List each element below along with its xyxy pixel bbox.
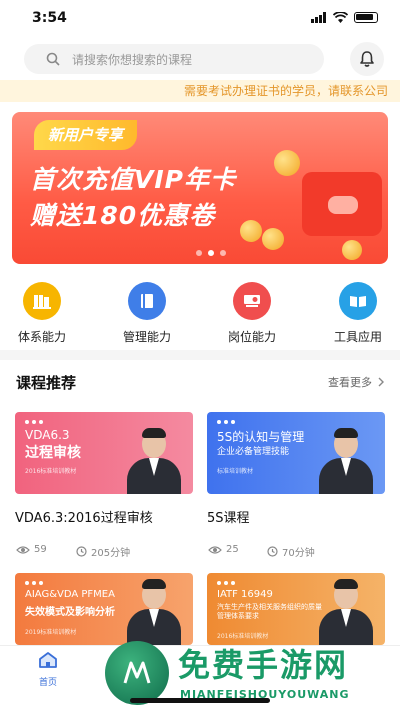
thumbnail-caption: 标准培训教材	[217, 468, 254, 475]
coin-illustration	[342, 240, 362, 260]
instructor-photo	[127, 424, 181, 494]
views-count: 59	[34, 544, 47, 555]
section-title: 课程推荐	[16, 374, 77, 392]
signal-icon	[311, 12, 326, 23]
thumbnail-dots	[25, 581, 43, 585]
thumbnail-caption: 2019标准培训教材	[25, 629, 77, 636]
category-tools[interactable]: 工具应用	[323, 282, 393, 345]
watermark-title: 免费手游网	[178, 646, 349, 684]
banner-line1: 首次充值VIP年卡	[30, 165, 236, 194]
search-input[interactable]: 请搜索你想搜索的课程	[24, 44, 324, 74]
tab-home-label: 首页	[38, 678, 57, 688]
instructor-photo	[319, 424, 373, 494]
category-position[interactable]: 岗位能力	[217, 282, 287, 345]
thumbnail-caption: 2016标准培训教材	[25, 468, 77, 475]
coin-illustration	[240, 220, 262, 242]
status-icons	[311, 12, 378, 23]
tab-home[interactable]: 首页	[33, 651, 63, 688]
course-card[interactable]: 5S的认知与管理 企业必备管理技能 标准培训教材	[207, 412, 385, 494]
banner-tag: 新用户专享	[34, 120, 138, 150]
thumbnail-title: 5S的认知与管理	[217, 430, 305, 444]
status-time: 3:54	[32, 10, 67, 26]
eye-icon	[16, 545, 30, 554]
thumbnail-title: VDA6.3	[25, 428, 70, 442]
course-thumbnail[interactable]: AIAG&VDA PFMEA 失效模式及影响分析 2019标准培训教材	[15, 573, 193, 645]
carousel-dots[interactable]	[196, 250, 226, 256]
thumbnail-subtitle: 企业必备管理技能	[217, 447, 290, 457]
course-thumbnail[interactable]: 5S的认知与管理 企业必备管理技能 标准培训教材	[207, 412, 385, 494]
course-thumbnail[interactable]: IATF 16949 汽车生产件及相关服务组织的质量管理体系要求 2016标准培…	[207, 573, 385, 645]
instructor-photo	[127, 575, 181, 645]
projector-icon	[233, 282, 271, 320]
course-name[interactable]: 5S课程	[207, 507, 250, 526]
view-more-label: 查看更多	[328, 376, 372, 389]
instructor-photo	[319, 575, 373, 645]
course-card[interactable]: IATF 16949 汽车生产件及相关服务组织的质量管理体系要求 2016标准培…	[207, 573, 385, 645]
course-card[interactable]: VDA6.3 过程审核 2016标准培训教材	[15, 412, 193, 494]
promo-banner[interactable]: 新用户专享 首次充值VIP年卡 赠送180优惠卷	[12, 112, 388, 264]
course-card[interactable]: AIAG&VDA PFMEA 失效模式及影响分析 2019标准培训教材	[15, 573, 193, 645]
category-label: 岗位能力	[227, 330, 276, 344]
eye-icon	[208, 545, 222, 554]
bell-icon	[360, 51, 374, 67]
course-views: 59	[16, 544, 47, 555]
home-indicator	[130, 698, 270, 703]
notice-bar[interactable]: 需要考试办理证书的学员，请联系公司	[0, 80, 400, 102]
home-icon	[39, 652, 57, 668]
thumbnail-dots	[25, 420, 43, 424]
thumbnail-caption: 2016标准培训教材	[217, 633, 269, 640]
open-book-icon	[339, 282, 377, 320]
course-views: 25	[208, 544, 239, 555]
carousel-dot[interactable]	[220, 250, 226, 256]
coin-illustration	[274, 150, 300, 176]
course-thumbnail[interactable]: VDA6.3 过程审核 2016标准培训教材	[15, 412, 193, 494]
category-label: 工具应用	[333, 330, 382, 344]
category-label: 管理能力	[122, 330, 171, 344]
wifi-icon	[333, 12, 348, 23]
duration-text: 205分钟	[91, 548, 131, 559]
thumbnail-subtitle: 过程审核	[25, 445, 81, 461]
duration-text: 70分钟	[282, 548, 315, 559]
thumbnail-dots	[217, 420, 235, 424]
course-duration: 205分钟	[76, 544, 130, 559]
banner-line2: 赠送180优惠卷	[30, 201, 216, 230]
battery-icon	[354, 12, 378, 23]
notification-button[interactable]	[350, 42, 384, 76]
section-divider	[0, 350, 400, 360]
category-management[interactable]: 管理能力	[112, 282, 182, 345]
course-duration: 70分钟	[267, 544, 315, 559]
thumbnail-subtitle: 汽车生产件及相关服务组织的质量管理体系要求	[217, 603, 322, 620]
search-icon	[46, 52, 60, 66]
thumbnail-title: AIAG&VDA PFMEA	[25, 589, 115, 600]
views-count: 25	[226, 544, 239, 555]
category-system[interactable]: 体系能力	[7, 282, 77, 345]
search-placeholder: 请搜索你想搜索的课程	[72, 52, 193, 67]
wallet-clasp	[328, 196, 358, 214]
book-stack-icon	[23, 282, 61, 320]
clock-icon	[76, 546, 87, 557]
chevron-right-icon	[378, 377, 384, 387]
course-name[interactable]: VDA6.3:2016过程审核	[15, 507, 153, 526]
book-icon	[128, 282, 166, 320]
thumbnail-subtitle: 失效模式及影响分析	[25, 607, 115, 618]
watermark-logo	[105, 641, 169, 705]
thumbnail-title: IATF 16949	[217, 589, 273, 600]
carousel-dot-active[interactable]	[208, 250, 214, 256]
clock-icon	[267, 546, 278, 557]
carousel-dot[interactable]	[196, 250, 202, 256]
thumbnail-dots	[217, 581, 235, 585]
coin-illustration	[262, 228, 284, 250]
category-label: 体系能力	[17, 330, 66, 344]
view-more-link[interactable]: 查看更多	[328, 374, 384, 390]
